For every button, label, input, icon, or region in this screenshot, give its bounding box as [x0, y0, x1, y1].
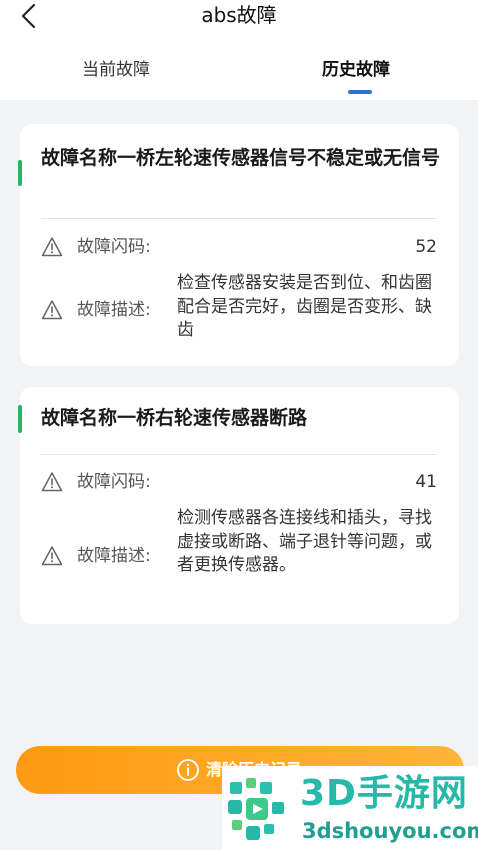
page-title: abs故障	[201, 3, 277, 27]
fault-code-label: 故障闪码:	[77, 472, 151, 492]
divider	[41, 454, 437, 455]
fault-desc-row: 故障描述: 检查传感器安装是否到位、和齿圈配合是否完好，齿圈是否变形、缺齿	[41, 272, 437, 344]
fault-code-value: 52	[415, 237, 437, 257]
watermark-logo-icon	[228, 778, 284, 840]
tab-active-indicator	[348, 90, 372, 94]
watermark-name: 3D手游网	[300, 773, 468, 814]
fault-code-value: 41	[415, 472, 437, 492]
tab-current-faults[interactable]: 当前故障	[82, 58, 150, 82]
tab-history-faults[interactable]: 历史故障	[322, 58, 390, 82]
fault-code-row: 故障闪码: 41	[41, 469, 437, 495]
fault-code-label: 故障闪码:	[77, 237, 151, 257]
warning-icon	[41, 300, 63, 320]
fault-card: 故障名称一桥左轮速传感器信号不稳定或无信号 故障闪码: 52 故障描述: 检查传…	[18, 124, 459, 366]
fault-name: 故障名称一桥左轮速传感器信号不稳定或无信号	[41, 147, 441, 169]
divider	[41, 218, 437, 219]
warning-icon	[41, 472, 63, 492]
fault-card: 故障名称一桥右轮速传感器断路 故障闪码: 41 故障描述: 检测传感器各连接线和…	[18, 387, 459, 624]
fault-desc-label: 故障描述:	[77, 300, 151, 320]
fault-desc-value: 检测传感器各连接线和插头，寻找虚接或断路、端子退针等问题，或者更换传感器。	[177, 508, 432, 575]
fault-desc-label: 故障描述:	[77, 546, 151, 566]
fault-name: 故障名称一桥右轮速传感器断路	[41, 407, 308, 429]
fault-desc-row: 故障描述: 检测传感器各连接线和插头，寻找虚接或断路、端子退针等问题，或者更换传…	[41, 507, 437, 603]
fault-code-row: 故障闪码: 52	[41, 234, 437, 260]
info-circle-icon	[177, 759, 199, 781]
warning-icon	[41, 546, 63, 566]
fault-desc-value: 检查传感器安装是否到位、和齿圈配合是否完好，齿圈是否变形、缺齿	[177, 273, 432, 340]
warning-icon	[41, 237, 63, 257]
app-header: abs故障 当前故障 历史故障	[0, 0, 478, 100]
watermark: 3D手游网 3dshouyou.com	[222, 766, 478, 850]
card-accent-bar	[18, 405, 22, 433]
card-accent-bar	[18, 160, 22, 186]
watermark-url: 3dshouyou.com	[302, 819, 478, 843]
